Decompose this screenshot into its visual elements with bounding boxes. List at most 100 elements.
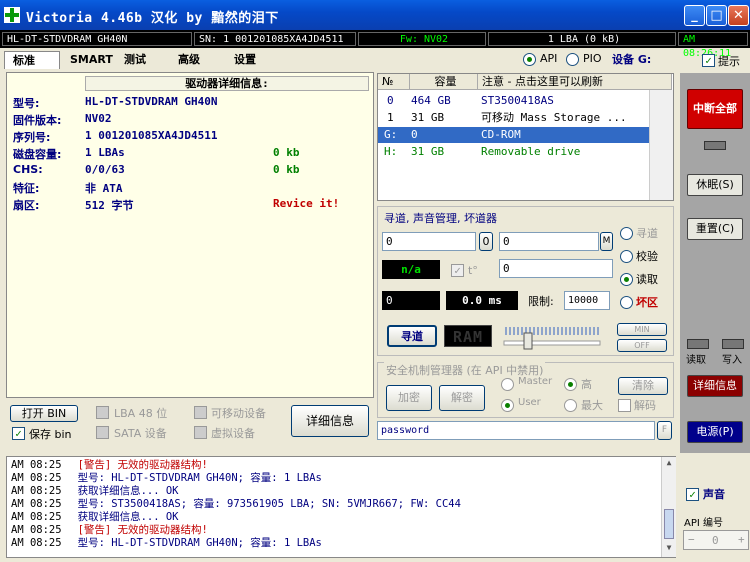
api-number-stepper[interactable]: − 0 + <box>683 530 749 550</box>
sound-checkbox[interactable]: ✓ <box>686 488 699 501</box>
info-lba: 1 LBA (0 kB) <box>488 32 676 46</box>
revice-link[interactable]: Revice it! <box>273 197 339 210</box>
details-side-button[interactable]: 详细信息 <box>687 375 743 397</box>
save-bin-checkbox[interactable]: ✓ <box>12 427 25 440</box>
end-lba-input[interactable]: 0 <box>499 232 599 251</box>
api-radio[interactable] <box>523 53 536 66</box>
drive-table-scrollbar[interactable] <box>649 90 673 200</box>
master-radio[interactable] <box>501 378 514 391</box>
capacity-value: 1 LBAs <box>85 146 125 159</box>
log-scroll-thumb[interactable] <box>664 509 674 539</box>
api-label: API <box>540 52 558 65</box>
security-panel: 安全机制管理器 (在 API 中禁用) 加密 解密 Master 高 User … <box>377 362 674 418</box>
password-input[interactable]: password <box>377 421 655 440</box>
col-capacity[interactable]: 容量 <box>410 74 478 90</box>
drive-row-0[interactable]: 0 464 GB ST3500418AS <box>378 93 649 109</box>
pio-label: PIO <box>583 52 602 65</box>
user-radio[interactable] <box>501 399 514 412</box>
sleep-button[interactable]: 休眠(S) <box>687 174 743 196</box>
details-button[interactable]: 详细信息 <box>291 405 369 437</box>
add-password-button[interactable]: 加密 <box>386 385 432 411</box>
temp-checkbox[interactable]: ✓ <box>451 264 464 277</box>
scroll-down-icon[interactable]: ▼ <box>663 543 675 555</box>
verify-radio[interactable] <box>620 250 633 263</box>
start-lba-button[interactable]: 0 <box>479 232 493 251</box>
plus-icon[interactable]: + <box>738 533 745 546</box>
seek-radio[interactable] <box>620 227 633 240</box>
drive-row-selected[interactable]: G: 0 CD-ROM <box>378 127 649 143</box>
virtual-checkbox[interactable] <box>194 426 207 439</box>
unlock-checkbox[interactable] <box>618 399 631 412</box>
sound-label: 声音 <box>703 488 725 501</box>
hint-checkbox[interactable]: ✓ <box>702 54 715 67</box>
stop-all-button[interactable]: 中断全部 <box>687 89 743 129</box>
minus-icon[interactable]: − <box>688 533 695 546</box>
log-time: AM 08:25 <box>11 537 62 549</box>
drive-num: H: <box>384 145 398 158</box>
reset-button[interactable]: 重置(C) <box>687 218 743 240</box>
tab-advanced[interactable]: 高级 <box>170 51 224 69</box>
password-file-button[interactable]: F <box>657 421 672 440</box>
limit-label: 限制: <box>528 295 554 308</box>
min-button[interactable]: MIN <box>617 323 667 336</box>
maximize-button[interactable]: □ <box>706 5 727 26</box>
removable-checkbox[interactable] <box>194 406 207 419</box>
drive-note: Removable drive <box>481 145 581 158</box>
temp-input[interactable]: 0 <box>499 259 613 278</box>
status-indicator <box>704 141 726 150</box>
read-radio[interactable] <box>620 273 633 286</box>
drive-num: 0 <box>387 94 394 107</box>
limit-input[interactable]: 10000 <box>564 291 610 310</box>
seek-title: 寻道, 声音管理, 坏道器 <box>384 212 497 225</box>
erase-button[interactable]: 清除 <box>618 377 668 395</box>
capacity-label: 磁盘容量: <box>13 148 62 161</box>
drive-table[interactable]: № 容量 注意 - 点击这里可以刷新 0 464 GB ST3500418AS 1 3… <box>377 73 674 201</box>
log-line: AM 08:25 获取详细信息... OK <box>11 485 179 498</box>
device-label: 设备 G: <box>612 53 652 66</box>
high-radio[interactable] <box>564 378 577 391</box>
col-note[interactable]: 注意 - 点击这里可以刷新 <box>478 74 672 90</box>
log-panel[interactable]: AM 08:25 [警告] 无效的驱动器结构! AM 08:25 型号: HL-DT-… <box>6 456 676 558</box>
pio-radio[interactable] <box>566 53 579 66</box>
na-display: n/a <box>382 260 440 279</box>
tab-settings[interactable]: 设置 <box>226 51 280 69</box>
close-button[interactable]: ✕ <box>728 5 749 26</box>
speed-slider[interactable] <box>502 323 602 351</box>
remove-password-button[interactable]: 解密 <box>439 385 485 411</box>
drive-details-panel: 驱动器详细信息: 型号: HL-DT-STDVDRAM GH40N 固件版本: … <box>6 72 374 398</box>
drive-row-3[interactable]: H: 31 GB Removable drive <box>378 144 649 160</box>
lba48-checkbox[interactable] <box>96 406 109 419</box>
minimize-button[interactable]: _ <box>684 5 705 26</box>
max-radio[interactable] <box>564 399 577 412</box>
off-button[interactable]: OFF <box>617 339 667 352</box>
serial-label: 序列号: <box>13 131 51 144</box>
title-bar[interactable]: Victoria 4.46b 汉化 by 黯然的泪下 _ □ ✕ <box>0 0 750 30</box>
end-lba-max-button[interactable]: M <box>600 232 613 251</box>
info-firmware: Fw: NV02 <box>358 32 486 46</box>
start-lba-input[interactable]: 0 <box>382 232 476 251</box>
log-scrollbar[interactable]: ▲ ▼ <box>661 457 676 557</box>
open-bin-button[interactable]: 打开 BIN <box>10 405 78 422</box>
seek-button[interactable]: 寻道 <box>387 325 437 347</box>
sector-value: 512 字节 <box>85 199 134 212</box>
unlock-label: 解码 <box>634 399 656 412</box>
feature-value: 非 ATA <box>85 182 123 195</box>
log-message: 获取详细信息... OK <box>77 511 179 523</box>
scroll-up-icon[interactable]: ▲ <box>663 458 675 470</box>
log-line: AM 08:25 型号: ST3500418AS; 容量: 973561905 L… <box>11 498 461 511</box>
sata-label: SATA 设备 <box>114 427 167 440</box>
tab-test[interactable]: 测试 <box>116 51 168 69</box>
log-message: [警告] 无效的驱动器结构! <box>77 459 208 471</box>
tab-standard[interactable]: 标准 <box>4 51 60 69</box>
api-number-label: API 编号 <box>684 518 723 529</box>
sector-label: 扇区: <box>13 199 40 212</box>
sata-checkbox[interactable] <box>96 426 109 439</box>
tab-smart[interactable]: SMART <box>62 51 116 69</box>
log-line: AM 08:25 [警告] 无效的驱动器结构! <box>11 524 208 537</box>
drive-cap: 464 GB <box>411 94 451 107</box>
bad-radio-label: 坏区 <box>636 296 658 309</box>
col-num[interactable]: № <box>378 74 410 90</box>
bad-radio[interactable] <box>620 296 633 309</box>
power-button[interactable]: 电源(P) <box>687 421 743 443</box>
drive-row-1[interactable]: 1 31 GB 可移动 Mass Storage ... <box>378 110 649 126</box>
